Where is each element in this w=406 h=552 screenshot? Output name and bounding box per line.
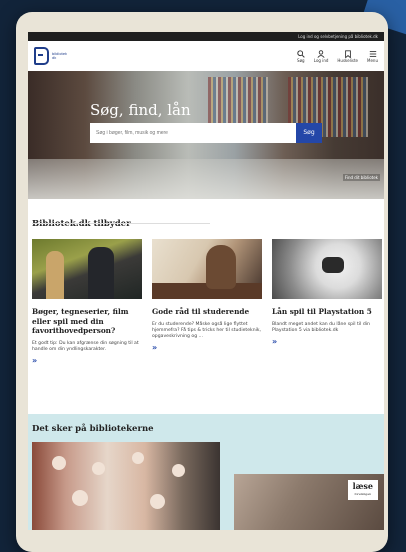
card-title[interactable]: Gode råd til studerende bbox=[152, 307, 262, 317]
browser-screen: Log ind og selvbetjening på bibliotek.dk… bbox=[28, 32, 384, 530]
user-icon bbox=[317, 49, 325, 58]
nav-bookmarks[interactable]: Huskeliste bbox=[337, 49, 359, 63]
card-title[interactable]: Lån spil til Playstation 5 bbox=[272, 307, 382, 317]
nav-search-label: Søg bbox=[297, 57, 305, 63]
image-face bbox=[172, 464, 185, 477]
tag-sub: foreningen bbox=[354, 492, 372, 496]
image-face bbox=[150, 494, 165, 509]
offer-card-characters[interactable]: Bøger, tegneserier, film eller spil med … bbox=[32, 239, 142, 365]
logo-line2: dk bbox=[52, 56, 57, 60]
image-figure bbox=[206, 245, 236, 289]
card-text: Er du studerende? Måske også lige flytte… bbox=[152, 321, 262, 339]
header-nav: Søg Log ind Huskeliste Menu bbox=[297, 49, 378, 63]
card-text: Et godt tip: Du kan afgrænse din søgning… bbox=[32, 340, 139, 352]
search-input[interactable] bbox=[90, 123, 296, 143]
card-text: Blandt meget andet kan du låne spil til … bbox=[272, 321, 370, 333]
nav-login[interactable]: Log ind bbox=[313, 49, 329, 63]
search-icon bbox=[297, 49, 305, 58]
gamepad-icon bbox=[322, 257, 344, 273]
offers-section: Bibliotek.dk tilbyder Bøger, tegneserier… bbox=[28, 199, 384, 405]
image-face bbox=[72, 490, 88, 506]
nav-bookmarks-label: Huskeliste bbox=[337, 57, 359, 63]
image-face bbox=[132, 452, 144, 464]
offer-card-playstation[interactable]: Lån spil til Playstation 5 Blandt meget … bbox=[272, 239, 382, 365]
top-bar-link[interactable]: Log ind og selvbetjening på bibliotek.dk bbox=[298, 34, 378, 39]
nav-menu-label: Menu bbox=[367, 57, 378, 63]
nav-login-label: Log ind bbox=[313, 57, 329, 63]
events-title: Det sker på bibliotekerne bbox=[32, 424, 154, 434]
card-arrow-icon[interactable]: » bbox=[152, 343, 262, 352]
hero-banner: Søg, find, lån Søg Find dit bibliotek bbox=[28, 71, 384, 199]
find-library-link[interactable]: Find dit bibliotek bbox=[342, 174, 380, 181]
card-image-students bbox=[152, 239, 262, 299]
event-image-audience[interactable] bbox=[32, 442, 220, 530]
logo-text: bibliotek dk bbox=[52, 52, 67, 60]
search-button[interactable]: Søg bbox=[296, 123, 322, 143]
nav-menu[interactable]: Menu bbox=[367, 50, 378, 63]
image-face bbox=[52, 456, 66, 470]
offers-divider bbox=[32, 223, 210, 224]
image-face bbox=[92, 462, 105, 475]
hero-floor-image bbox=[28, 159, 384, 199]
top-bar: Log ind og selvbetjening på bibliotek.dk bbox=[28, 32, 384, 41]
card-title[interactable]: Bøger, tegneserier, film eller spil med … bbox=[32, 307, 142, 336]
image-figure bbox=[46, 251, 64, 299]
site-header: bibliotek dk Søg Log ind Huskeliste Menu bbox=[28, 41, 384, 71]
laese-tag: læse foreningen bbox=[347, 480, 378, 500]
offer-card-students[interactable]: Gode råd til studerende Er du studerende… bbox=[152, 239, 262, 365]
image-figure bbox=[88, 247, 114, 299]
events-section: Det sker på bibliotekerne læse foreninge… bbox=[28, 414, 384, 530]
card-arrow-icon[interactable]: » bbox=[32, 356, 142, 365]
card-image-playstation bbox=[272, 239, 382, 299]
card-image-characters bbox=[32, 239, 142, 299]
nav-search[interactable]: Søg bbox=[297, 49, 305, 63]
hero-title: Søg, find, lån bbox=[90, 101, 191, 119]
bookmark-icon bbox=[344, 49, 351, 58]
event-image-reading[interactable]: læse foreningen bbox=[234, 474, 384, 530]
menu-icon bbox=[369, 50, 376, 57]
site-logo[interactable]: bibliotek dk bbox=[34, 47, 67, 65]
offer-cards: Bøger, tegneserier, film eller spil med … bbox=[32, 239, 382, 365]
offers-title: Bibliotek.dk tilbyder bbox=[32, 219, 131, 229]
logo-b-icon bbox=[34, 47, 49, 65]
card-arrow-icon[interactable]: » bbox=[272, 337, 382, 346]
